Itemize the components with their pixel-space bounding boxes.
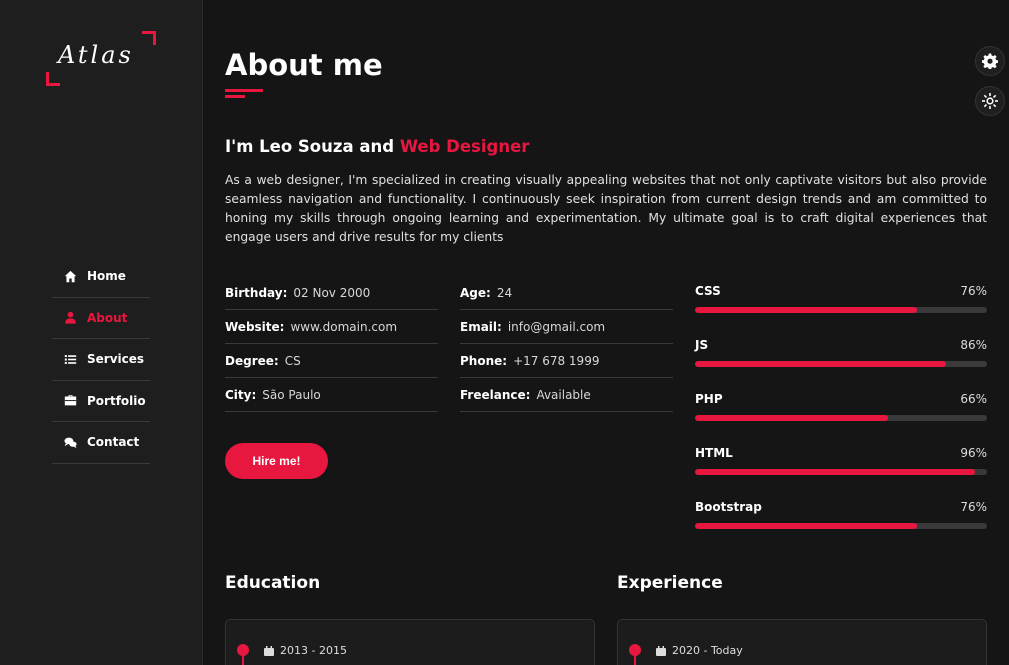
bio-text: As a web designer, I'm specialized in cr… bbox=[225, 173, 987, 244]
info-key: Degree: bbox=[225, 353, 279, 368]
skill-name: Bootstrap bbox=[695, 500, 762, 514]
skill-js: JS 86% bbox=[695, 338, 987, 392]
education-card: 2013 - 2015 bbox=[225, 619, 595, 665]
headline-role: Web Designer bbox=[399, 137, 530, 156]
page-title: About me bbox=[225, 48, 383, 82]
skill-bar-track bbox=[695, 469, 987, 475]
headline-prefix: I'm Leo Souza and bbox=[225, 137, 395, 156]
info-value: 02 Nov 2000 bbox=[293, 285, 371, 300]
skill-name: PHP bbox=[695, 392, 723, 406]
chat-icon bbox=[62, 436, 78, 449]
info-list-left: Birthday: 02 Nov 2000 Website: www.domain.… bbox=[225, 276, 438, 412]
skill-percent: 66% bbox=[960, 392, 987, 406]
info-row-degree: Degree: CS bbox=[225, 344, 438, 378]
skill-bar-track bbox=[695, 415, 987, 421]
skill-bar-fill bbox=[695, 469, 976, 475]
skill-bar-track bbox=[695, 361, 987, 367]
education-date: 2013 - 2015 bbox=[264, 644, 347, 657]
calendar-icon bbox=[656, 645, 666, 656]
info-value: www.domain.com bbox=[290, 319, 398, 334]
date-text: 2020 - Today bbox=[672, 644, 743, 657]
skill-percent: 96% bbox=[960, 446, 987, 460]
sidebar: Atlas Home About Services Portfolio Cont… bbox=[0, 0, 203, 665]
skills-list: CSS 76% JS 86% PHP 66% HTML 96% Bootstra… bbox=[695, 284, 987, 554]
info-key: Age: bbox=[460, 285, 491, 300]
user-icon bbox=[62, 311, 78, 324]
headline: I'm Leo Souza and Web Designer bbox=[225, 137, 529, 156]
theme-toggle-button[interactable] bbox=[975, 86, 1005, 116]
skill-bar-track bbox=[695, 523, 987, 529]
nav-item-label: Home bbox=[87, 269, 126, 284]
info-value: CS bbox=[284, 353, 301, 368]
info-key: Website: bbox=[225, 319, 285, 334]
info-value: 24 bbox=[496, 285, 513, 300]
nav-item-contact[interactable]: Contact bbox=[52, 422, 150, 464]
info-key: Email: bbox=[460, 319, 502, 334]
title-underline bbox=[225, 89, 263, 92]
info-key: Birthday: bbox=[225, 285, 288, 300]
skill-name: JS bbox=[695, 338, 709, 352]
skill-bar-fill bbox=[695, 415, 888, 421]
nav-item-label: Services bbox=[87, 352, 145, 367]
nav-item-label: Contact bbox=[87, 435, 140, 450]
info-key: Phone: bbox=[460, 353, 508, 368]
info-row-website: Website: www.domain.com bbox=[225, 310, 438, 344]
briefcase-icon bbox=[62, 394, 78, 407]
experience-title: Experience bbox=[617, 573, 723, 593]
skill-bar-fill bbox=[695, 307, 917, 313]
skill-name: HTML bbox=[695, 446, 733, 460]
info-value: info@gmail.com bbox=[507, 319, 606, 334]
list-icon bbox=[62, 353, 78, 366]
info-value: Available bbox=[536, 387, 591, 402]
nav-item-about[interactable]: About bbox=[52, 298, 150, 339]
info-row-freelance: Freelance: Available bbox=[460, 378, 673, 412]
info-row-email: Email: info@gmail.com bbox=[460, 310, 673, 344]
skill-css: CSS 76% bbox=[695, 284, 987, 338]
hire-me-button[interactable]: Hire me! bbox=[225, 443, 328, 479]
experience-card: 2020 - Today bbox=[617, 619, 987, 665]
nav-item-services[interactable]: Services bbox=[52, 339, 150, 381]
logo-text: Atlas bbox=[58, 41, 134, 69]
info-row-age: Age: 24 bbox=[460, 276, 673, 310]
settings-button[interactable] bbox=[975, 46, 1005, 76]
skill-bar-fill bbox=[695, 361, 947, 367]
skill-name: CSS bbox=[695, 284, 721, 298]
logo-corner-bottom-left bbox=[46, 72, 60, 86]
logo[interactable]: Atlas bbox=[46, 31, 156, 86]
date-text: 2013 - 2015 bbox=[280, 644, 347, 657]
skill-percent: 76% bbox=[960, 284, 987, 298]
skill-php: PHP 66% bbox=[695, 392, 987, 446]
title-underline-short bbox=[225, 95, 245, 98]
info-row-birthday: Birthday: 02 Nov 2000 bbox=[225, 276, 438, 310]
info-row-city: City: São Paulo bbox=[225, 378, 438, 412]
timeline-line bbox=[242, 654, 244, 665]
nav-item-portfolio[interactable]: Portfolio bbox=[52, 381, 150, 422]
experience-date: 2020 - Today bbox=[656, 644, 743, 657]
skill-percent: 76% bbox=[960, 500, 987, 514]
skill-percent: 86% bbox=[960, 338, 987, 352]
timeline-line bbox=[634, 654, 636, 665]
main-nav: Home About Services Portfolio Contact bbox=[52, 256, 150, 464]
logo-corner-top-right bbox=[142, 31, 156, 45]
skill-html: HTML 96% bbox=[695, 446, 987, 500]
nav-item-label: Portfolio bbox=[87, 393, 146, 408]
skill-bar-fill bbox=[695, 523, 917, 529]
info-key: Freelance: bbox=[460, 387, 531, 402]
info-value: São Paulo bbox=[262, 387, 321, 402]
info-key: City: bbox=[225, 387, 257, 402]
gear-icon bbox=[982, 53, 998, 69]
sun-icon bbox=[982, 93, 998, 109]
education-title: Education bbox=[225, 573, 321, 593]
home-icon bbox=[62, 270, 78, 283]
nav-item-label: About bbox=[87, 310, 128, 325]
skill-bootstrap: Bootstrap 76% bbox=[695, 500, 987, 554]
nav-item-home[interactable]: Home bbox=[52, 256, 150, 298]
info-value: +17 678 1999 bbox=[513, 353, 600, 368]
info-list-right: Age: 24 Email: info@gmail.com Phone: +17 67… bbox=[460, 276, 673, 412]
calendar-icon bbox=[264, 645, 274, 656]
info-row-phone: Phone: +17 678 1999 bbox=[460, 344, 673, 378]
skill-bar-track bbox=[695, 307, 987, 313]
